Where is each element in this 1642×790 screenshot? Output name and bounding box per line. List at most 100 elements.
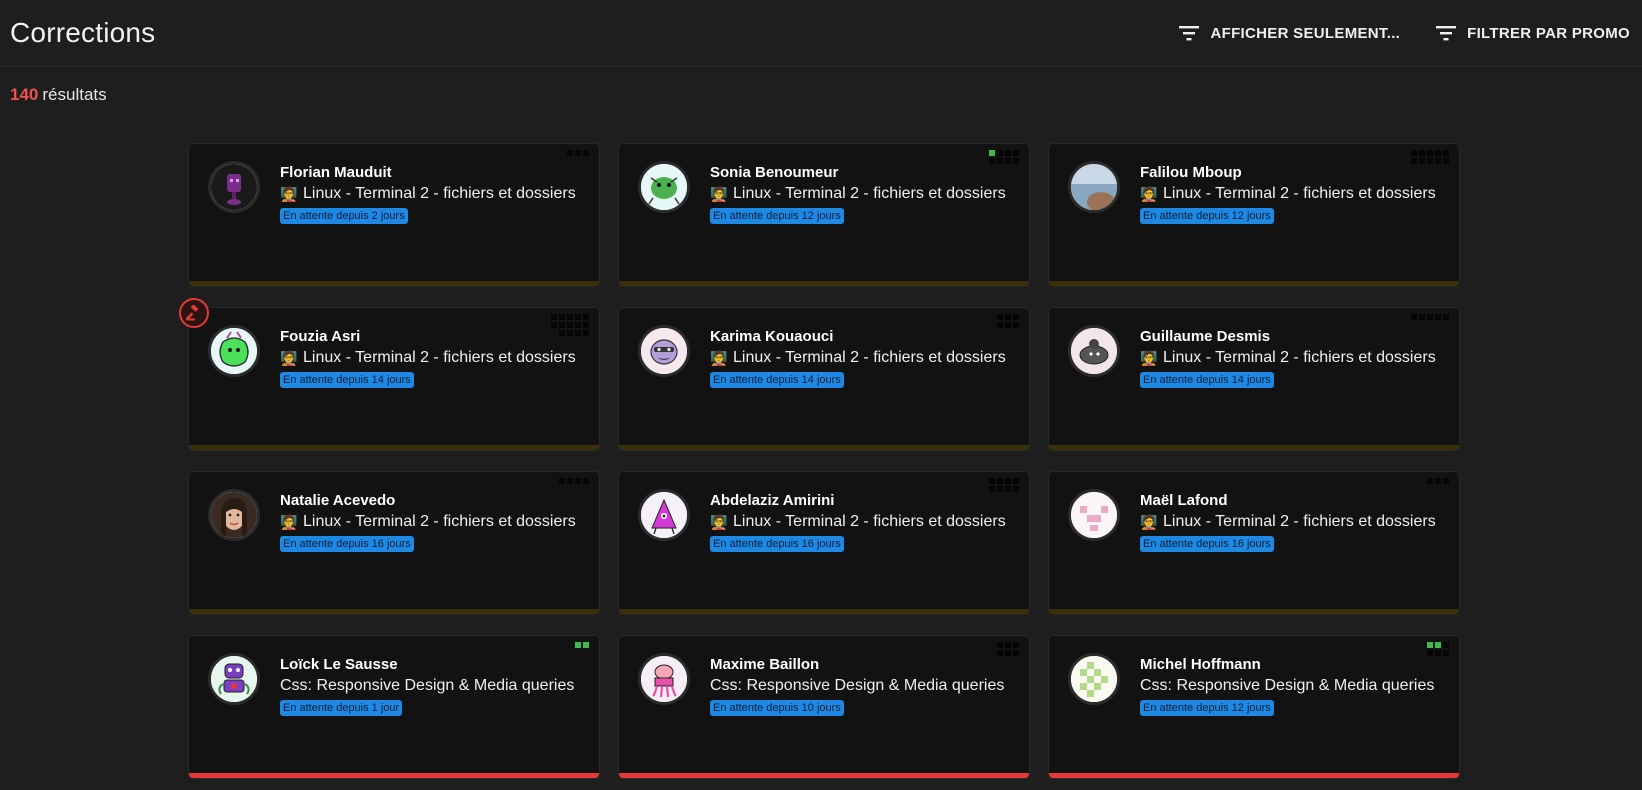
progress-square-pending (1427, 158, 1433, 164)
waiting-badge: En attente depuis 2 jours (280, 208, 408, 224)
pink-triangle-avatar (638, 489, 690, 541)
progress-square-pending (1419, 158, 1425, 164)
exercise-label: Linux - Terminal 2 - fichiers et dossier… (1163, 513, 1436, 530)
waiting-badge: En attente depuis 12 jours (1140, 700, 1274, 716)
progress-square-pending (551, 314, 557, 320)
student-emoji-icon: 🧑‍🏫 (710, 513, 728, 530)
correction-card[interactable]: Florian Mauduit 🧑‍🏫 Linux - Terminal 2 - f… (188, 143, 600, 287)
card-info: Karima Kouaouci 🧑‍🏫 Linux - Terminal 2 - f… (710, 328, 1019, 388)
correction-card[interactable]: Michel Hoffmann Css: Responsive Design & … (1048, 635, 1460, 779)
progress-square-pending (1427, 314, 1433, 320)
exercise-title: 🧑‍🏫 Linux - Terminal 2 - fichiers et doss… (710, 513, 1019, 531)
progress-squares (997, 642, 1019, 656)
card-info: Natalie Acevedo 🧑‍🏫 Linux - Terminal 2 - f… (280, 492, 589, 552)
status-bar (1049, 445, 1459, 450)
status-bar (189, 609, 599, 614)
purple-robot-2-avatar (208, 653, 260, 705)
progress-square-pending (1013, 642, 1019, 648)
waiting-badge: En attente depuis 10 jours (710, 700, 844, 716)
progress-square-pending (1435, 150, 1441, 156)
progress-square-pending (1411, 314, 1417, 320)
progress-square-pending (989, 478, 995, 484)
pink-octopus-avatar (638, 653, 690, 705)
correction-card[interactable]: Natalie Acevedo 🧑‍🏫 Linux - Terminal 2 - f… (188, 471, 600, 615)
show-only-button[interactable]: AFFICHER SEULEMENT... (1179, 25, 1400, 42)
progress-square-pending (1005, 322, 1011, 328)
exercise-label: Css: Responsive Design & Media queries (280, 677, 575, 694)
correction-card[interactable]: Karima Kouaouci 🧑‍🏫 Linux - Terminal 2 - f… (618, 307, 1030, 451)
progress-square-pending (1005, 314, 1011, 320)
correction-card[interactable]: Falilou Mboup 🧑‍🏫 Linux - Terminal 2 - fic… (1048, 143, 1460, 287)
progress-square-pending (1419, 150, 1425, 156)
exercise-label: Css: Responsive Design & Media queries (1140, 677, 1435, 694)
student-emoji-icon: 🧑‍🏫 (1140, 513, 1158, 530)
progress-square-pending (1013, 650, 1019, 656)
student-emoji-icon: 🧑‍🏫 (280, 349, 298, 366)
student-emoji-icon: 🧑‍🏫 (710, 349, 728, 366)
photo-woman-avatar (208, 489, 260, 541)
progress-square-pending (583, 314, 589, 320)
green-blob-avatar (208, 325, 260, 377)
exercise-label: Css: Responsive Design & Media queries (710, 677, 1005, 694)
card-info: Abdelaziz Amirini 🧑‍🏫 Linux - Terminal 2 -… (710, 492, 1019, 552)
green-pixel-avatar (1068, 653, 1120, 705)
correction-card[interactable]: Loïck Le Sausse Css: Responsive Design & … (188, 635, 600, 779)
status-bar (619, 609, 1029, 614)
filter-list-icon (1179, 26, 1200, 41)
correction-card[interactable]: Sonia Benoumeur 🧑‍🏫 Linux - Terminal 2 - f… (618, 143, 1030, 287)
progress-square-pending (1443, 158, 1449, 164)
progress-square-pending (1435, 158, 1441, 164)
progress-square-pending (1013, 322, 1019, 328)
exercise-label: Linux - Terminal 2 - fichiers et dossier… (303, 349, 576, 366)
progress-square-done (575, 642, 581, 648)
green-bug-avatar (638, 161, 690, 213)
card-info: Michel Hoffmann Css: Responsive Design & … (1140, 656, 1449, 716)
progress-square-pending (997, 486, 1003, 492)
progress-square-pending (583, 150, 589, 156)
filter-list-icon (1436, 26, 1457, 41)
student-name: Karima Kouaouci (710, 328, 834, 345)
progress-square-pending (1013, 478, 1019, 484)
progress-square-pending (1411, 158, 1417, 164)
student-name: Maël Lafond (1140, 492, 1228, 509)
results-count: 140 résultats (0, 67, 1642, 107)
status-bar (189, 445, 599, 450)
student-emoji-icon: 🧑‍🏫 (280, 513, 298, 530)
photo-avatar (1068, 161, 1120, 213)
correction-card[interactable]: Abdelaziz Amirini 🧑‍🏫 Linux - Terminal 2 -… (618, 471, 1030, 615)
progress-square-pending (1005, 478, 1011, 484)
progress-square-pending (567, 330, 573, 336)
status-bar (1049, 281, 1459, 286)
waiting-badge: En attente depuis 14 jours (1140, 372, 1274, 388)
student-emoji-icon: 🧑‍🏫 (1140, 185, 1158, 202)
filter-promo-label: FILTRER PAR PROMO (1467, 24, 1630, 42)
header-actions: AFFICHER SEULEMENT... FILTRER PAR PROMO (1179, 25, 1630, 42)
waiting-badge: En attente depuis 12 jours (710, 208, 844, 224)
progress-square-pending (1427, 478, 1433, 484)
exercise-title: Css: Responsive Design & Media queries (1140, 677, 1449, 695)
exercise-title: 🧑‍🏫 Linux - Terminal 2 - fichiers et doss… (1140, 513, 1449, 531)
student-name: Falilou Mboup (1140, 164, 1242, 181)
waiting-badge: En attente depuis 16 jours (280, 536, 414, 552)
correction-card[interactable]: Maxime Baillon Css: Responsive Design & M… (618, 635, 1030, 779)
student-name: Maxime Baillon (710, 656, 820, 673)
correction-card[interactable]: Maël Lafond 🧑‍🏫 Linux - Terminal 2 - fichi… (1048, 471, 1460, 615)
exercise-label: Linux - Terminal 2 - fichiers et dossier… (733, 349, 1006, 366)
progress-square-done (583, 642, 589, 648)
progress-square-pending (989, 158, 995, 164)
progress-square-pending (1443, 478, 1449, 484)
progress-square-pending (567, 314, 573, 320)
correction-card[interactable]: Guillaume Desmis 🧑‍🏫 Linux - Terminal 2 - … (1048, 307, 1460, 451)
filter-promo-button[interactable]: FILTRER PAR PROMO (1436, 25, 1630, 42)
progress-square-pending (1005, 650, 1011, 656)
card-info: Loïck Le Sausse Css: Responsive Design & … (280, 656, 589, 716)
exercise-title: 🧑‍🏫 Linux - Terminal 2 - fichiers et doss… (1140, 185, 1449, 203)
progress-square-pending (1435, 478, 1441, 484)
progress-square-pending (1005, 158, 1011, 164)
progress-squares (551, 314, 589, 336)
progress-square-done (1427, 642, 1433, 648)
student-emoji-icon: 🧑‍🏫 (1140, 349, 1158, 366)
correction-card[interactable]: Fouzia Asri 🧑‍🏫 Linux - Terminal 2 - fichi… (179, 298, 600, 451)
exercise-title: 🧑‍🏫 Linux - Terminal 2 - fichiers et doss… (1140, 349, 1449, 367)
exercise-title: 🧑‍🏫 Linux - Terminal 2 - fichiers et doss… (280, 513, 589, 531)
